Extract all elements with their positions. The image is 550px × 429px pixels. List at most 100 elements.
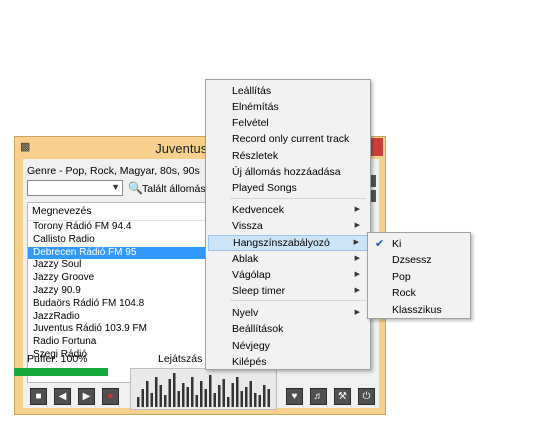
buffer-label: Puffer: 100% [27, 353, 88, 365]
menu-item[interactable]: Beállítások [208, 321, 368, 337]
close-button[interactable] [369, 138, 383, 156]
prev-icon: ◀ [58, 391, 67, 402]
menu-item[interactable]: Vágólap ▶ [208, 267, 368, 283]
equalizer-option[interactable]: Dzsessz [370, 252, 468, 268]
menu-item[interactable]: Elnémítás [208, 99, 368, 115]
next-icon: ▶ [82, 391, 91, 402]
menu-separator [230, 198, 366, 199]
volume-button[interactable]: ♬ [310, 388, 327, 405]
spectrum-bar [204, 389, 207, 407]
record-button[interactable]: ● [102, 388, 119, 405]
chevron-right-icon: ▶ [354, 222, 360, 229]
menu-item[interactable]: Nyelv ▶ [208, 305, 368, 321]
chevron-right-icon: ▶ [353, 239, 359, 246]
checkmark-icon: ✔ [375, 238, 385, 250]
equalizer-option[interactable]: Rock [370, 285, 468, 301]
equalizer-option[interactable]: Klasszikus [370, 302, 468, 318]
menu-item-label: Nyelv [232, 307, 259, 319]
stop-button[interactable]: ■ [30, 388, 47, 405]
menu-item[interactable]: Új állomás hozzáadása [208, 164, 368, 180]
menu-item-label: Vissza [232, 220, 263, 232]
volume-icon: ♬ [313, 391, 324, 402]
prev-button[interactable]: ◀ [54, 388, 71, 405]
station-list-item[interactable]: Juventus Rádió 103.9 FM [28, 323, 214, 336]
station-list-item[interactable]: JazzRadio [28, 311, 214, 324]
tools-icon: ⚒ [338, 391, 347, 402]
spectrum-bar [150, 393, 153, 407]
power-button[interactable]: ⏻ [358, 388, 375, 405]
menu-item[interactable]: Névjegy [208, 338, 368, 354]
equalizer-option[interactable]: ✔ Ki [370, 236, 468, 252]
menu-item[interactable]: Played Songs [208, 180, 368, 196]
menu-item[interactable]: Kedvencek ▶ [208, 202, 368, 218]
menu-item[interactable]: Ablak ▶ [208, 251, 368, 267]
spectrum-bar [168, 379, 171, 407]
menu-item[interactable]: Részletek [208, 148, 368, 164]
spectrum-bar [236, 377, 239, 407]
menu-item[interactable]: Vissza ▶ [208, 218, 368, 234]
menu-item[interactable]: Sleep timer ▶ [208, 283, 368, 299]
favorite-button[interactable]: ♥ [286, 388, 303, 405]
heart-icon: ♥ [291, 391, 298, 402]
equalizer-option-label: Klasszikus [392, 303, 442, 316]
menu-item-label: Ablak [232, 253, 259, 265]
menu-item-label: Elnémítás [232, 101, 279, 113]
spectrum-visualizer [130, 368, 277, 410]
spectrum-bar [191, 377, 194, 407]
spectrum-bar [137, 397, 140, 407]
menu-item-label: Kedvencek [232, 204, 284, 216]
spectrum-bar [213, 393, 216, 407]
buffer-progress-bar [14, 368, 108, 376]
station-list-item[interactable]: Radio Fortuna [28, 336, 214, 349]
spectrum-bar [195, 395, 198, 407]
menu-item[interactable]: Record only current track [208, 131, 368, 147]
spectrum-bar [164, 395, 167, 407]
station-list-item[interactable]: Callisto Radio [28, 234, 214, 247]
station-list-item[interactable]: Jazzy Soul [28, 259, 214, 272]
menu-item[interactable]: Kilépés [208, 354, 368, 370]
station-list-item[interactable]: Jazzy 90.9 [28, 285, 214, 298]
spectrum-bar [159, 385, 162, 407]
station-list-item[interactable]: Torony Rádió FM 94.4 [28, 221, 214, 234]
menu-item[interactable]: Hangszínszabályozó ▶ [208, 235, 368, 251]
equalizer-option[interactable]: Pop [370, 269, 468, 285]
spectrum-bar [200, 381, 203, 407]
spectrum-bar [240, 391, 243, 407]
menu-item-label: Sleep timer [232, 285, 286, 297]
spectrum-bar [209, 375, 212, 407]
menu-item-label: Played Songs [232, 182, 297, 194]
stop-icon: ■ [35, 391, 42, 402]
spectrum-bar [222, 379, 225, 407]
equalizer-option-label: Ki [392, 238, 402, 250]
playing-label: Lejátszás [158, 353, 203, 365]
station-list-item[interactable]: Budaörs Rádió FM 104.8 [28, 298, 214, 311]
menu-item-label: Hangszínszabályozó [233, 237, 330, 249]
chevron-right-icon: ▶ [354, 309, 360, 316]
menu-separator [230, 300, 366, 301]
station-list-item[interactable]: Jazzy Groove [28, 272, 214, 285]
search-icon[interactable]: 🔍 [128, 181, 143, 195]
chevron-right-icon: ▶ [354, 271, 360, 278]
menu-item[interactable]: Leállítás [208, 83, 368, 99]
menu-item-label: Kilépés [232, 356, 267, 368]
list-header[interactable]: Megnevezés [28, 203, 214, 221]
menu-item-label: Részletek [232, 150, 279, 162]
equalizer-option-label: Rock [392, 287, 416, 300]
chevron-right-icon: ▶ [354, 206, 360, 213]
spectrum-bar [155, 377, 158, 407]
tools-button[interactable]: ⚒ [334, 388, 351, 405]
menu-item[interactable]: Felvétel [208, 115, 368, 131]
record-icon: ● [107, 391, 114, 402]
spectrum-bar [173, 373, 176, 407]
spectrum-bar [218, 385, 221, 407]
next-button[interactable]: ▶ [78, 388, 95, 405]
search-combo[interactable]: ▼ [27, 180, 123, 196]
spectrum-bar [245, 387, 248, 407]
spectrum-bar [258, 395, 261, 407]
menu-item-label: Beállítások [232, 323, 284, 335]
station-list-item[interactable]: Debrecen Rádió FM 95 [28, 246, 214, 260]
spectrum-bar [267, 389, 270, 407]
spectrum-bar [254, 393, 257, 407]
equalizer-option-label: Pop [392, 270, 411, 283]
chevron-down-icon[interactable]: ▼ [111, 182, 120, 192]
